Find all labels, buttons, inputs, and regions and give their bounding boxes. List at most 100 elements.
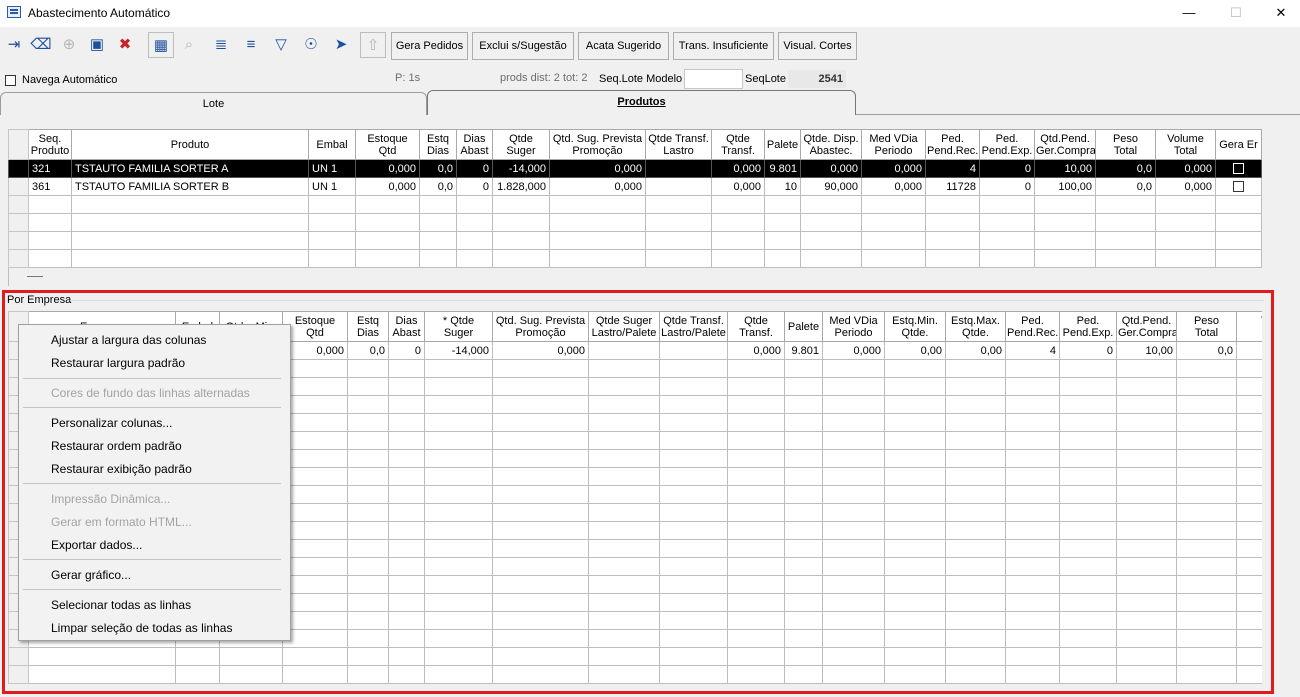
table-cell[interactable]	[1116, 521, 1177, 540]
table-cell[interactable]	[1236, 503, 1262, 522]
table-cell[interactable]	[1116, 593, 1177, 612]
table-cell[interactable]	[1095, 249, 1156, 268]
table-cell[interactable]	[308, 249, 356, 268]
table-cell[interactable]	[727, 611, 785, 630]
table-cell[interactable]	[945, 485, 1006, 504]
table-cell[interactable]	[659, 593, 728, 612]
table-cell[interactable]: -14,000	[492, 159, 550, 178]
table-cell[interactable]	[388, 431, 425, 450]
table-cell[interactable]	[347, 395, 389, 414]
table-cell[interactable]	[588, 467, 660, 486]
table-cell[interactable]	[282, 647, 348, 666]
table-cell[interactable]	[1116, 413, 1177, 432]
table-cell[interactable]	[28, 213, 72, 232]
table-cell[interactable]	[388, 377, 425, 396]
table-cell[interactable]	[659, 575, 728, 594]
table-cell[interactable]	[388, 539, 425, 558]
table-cell[interactable]	[492, 665, 589, 684]
column-header[interactable]: Dias Abast	[388, 311, 425, 342]
table-cell[interactable]	[659, 395, 728, 414]
table-cell[interactable]	[727, 539, 785, 558]
table-cell[interactable]	[1034, 231, 1096, 250]
row-indicator[interactable]	[8, 177, 29, 196]
table-cell[interactable]	[588, 377, 660, 396]
row-indicator[interactable]	[8, 665, 29, 684]
table-cell[interactable]	[784, 557, 823, 576]
table-cell[interactable]: 0,000	[549, 177, 646, 196]
table-cell[interactable]: 9.801	[784, 341, 823, 360]
table-cell[interactable]	[784, 395, 823, 414]
visual-cortes-button[interactable]: Visual. Cortes	[778, 32, 857, 60]
table-cell[interactable]	[1116, 485, 1177, 504]
table-cell[interactable]	[549, 213, 646, 232]
table-cell[interactable]	[659, 467, 728, 486]
table-cell[interactable]	[1176, 485, 1237, 504]
table-cell[interactable]	[822, 377, 885, 396]
table-cell[interactable]: 0,000	[492, 341, 589, 360]
column-header[interactable]: Qtde Suger	[492, 129, 550, 160]
table-cell[interactable]	[347, 575, 389, 594]
table-cell[interactable]	[1059, 647, 1117, 666]
table-cell[interactable]	[355, 231, 420, 250]
table-row[interactable]: 321 TSTAUTO FAMILIA SORTER A UN 1 0,000 0,0 0…	[8, 159, 1262, 178]
table-cell[interactable]	[727, 485, 785, 504]
table-cell[interactable]: 10	[764, 177, 801, 196]
table-cell[interactable]	[1005, 575, 1060, 594]
table-cell[interactable]	[347, 377, 389, 396]
table-cell[interactable]	[424, 539, 493, 558]
table-cell[interactable]	[492, 431, 589, 450]
table-cell[interactable]	[588, 449, 660, 468]
table-cell[interactable]	[1005, 377, 1060, 396]
table-cell[interactable]: 0,000	[861, 177, 926, 196]
grid-splitter[interactable]	[8, 268, 1262, 286]
table-cell[interactable]	[588, 431, 660, 450]
table-cell[interactable]	[800, 195, 862, 214]
table-cell[interactable]	[1059, 593, 1117, 612]
table-cell[interactable]	[492, 413, 589, 432]
table-cell[interactable]	[347, 503, 389, 522]
menu-restaurar-exibicao[interactable]: Restaurar exibição padrão	[51, 462, 192, 476]
table-cell[interactable]	[1116, 647, 1177, 666]
send-icon[interactable]: ➤	[328, 32, 354, 58]
table-cell[interactable]: 0,00	[884, 341, 946, 360]
table-cell[interactable]	[727, 467, 785, 486]
delete-icon[interactable]: ✖	[112, 32, 138, 58]
table-cell[interactable]	[1005, 521, 1060, 540]
table-cell[interactable]	[492, 359, 589, 378]
table-cell[interactable]	[492, 213, 550, 232]
table-cell[interactable]	[784, 629, 823, 648]
table-cell[interactable]	[1155, 195, 1216, 214]
table-cell[interactable]	[784, 665, 823, 684]
search-icon[interactable]: ⌕	[176, 32, 202, 58]
table-cell[interactable]	[588, 341, 660, 360]
table-cell[interactable]	[388, 359, 425, 378]
table-cell[interactable]	[456, 231, 493, 250]
table-cell[interactable]	[1236, 485, 1262, 504]
table-cell[interactable]	[282, 665, 348, 684]
table-cell[interactable]	[1005, 665, 1060, 684]
table-cell[interactable]	[727, 413, 785, 432]
table-cell[interactable]	[492, 593, 589, 612]
table-cell[interactable]	[28, 195, 72, 214]
table-cell[interactable]	[861, 213, 926, 232]
table-cell[interactable]	[419, 195, 457, 214]
table-cell[interactable]	[588, 647, 660, 666]
table-cell[interactable]	[424, 485, 493, 504]
table-cell[interactable]	[282, 395, 348, 414]
table-cell[interactable]	[727, 377, 785, 396]
table-cell[interactable]	[1176, 377, 1237, 396]
table-cell[interactable]	[1034, 249, 1096, 268]
table-cell[interactable]	[645, 231, 712, 250]
table-cell[interactable]	[945, 647, 1006, 666]
table-cell[interactable]	[388, 413, 425, 432]
column-header[interactable]: Qtd.Pend. Ger.Compra	[1034, 129, 1096, 160]
table-cell[interactable]	[822, 503, 885, 522]
table-cell[interactable]: 0,000	[355, 177, 420, 196]
table-cell[interactable]	[1155, 249, 1216, 268]
table-cell[interactable]	[884, 449, 946, 468]
table-cell[interactable]	[347, 539, 389, 558]
column-header[interactable]: Qtde Transf.	[711, 129, 765, 160]
table-cell[interactable]	[784, 485, 823, 504]
table-cell[interactable]	[1236, 341, 1262, 360]
table-cell[interactable]: 9.801	[764, 159, 801, 178]
